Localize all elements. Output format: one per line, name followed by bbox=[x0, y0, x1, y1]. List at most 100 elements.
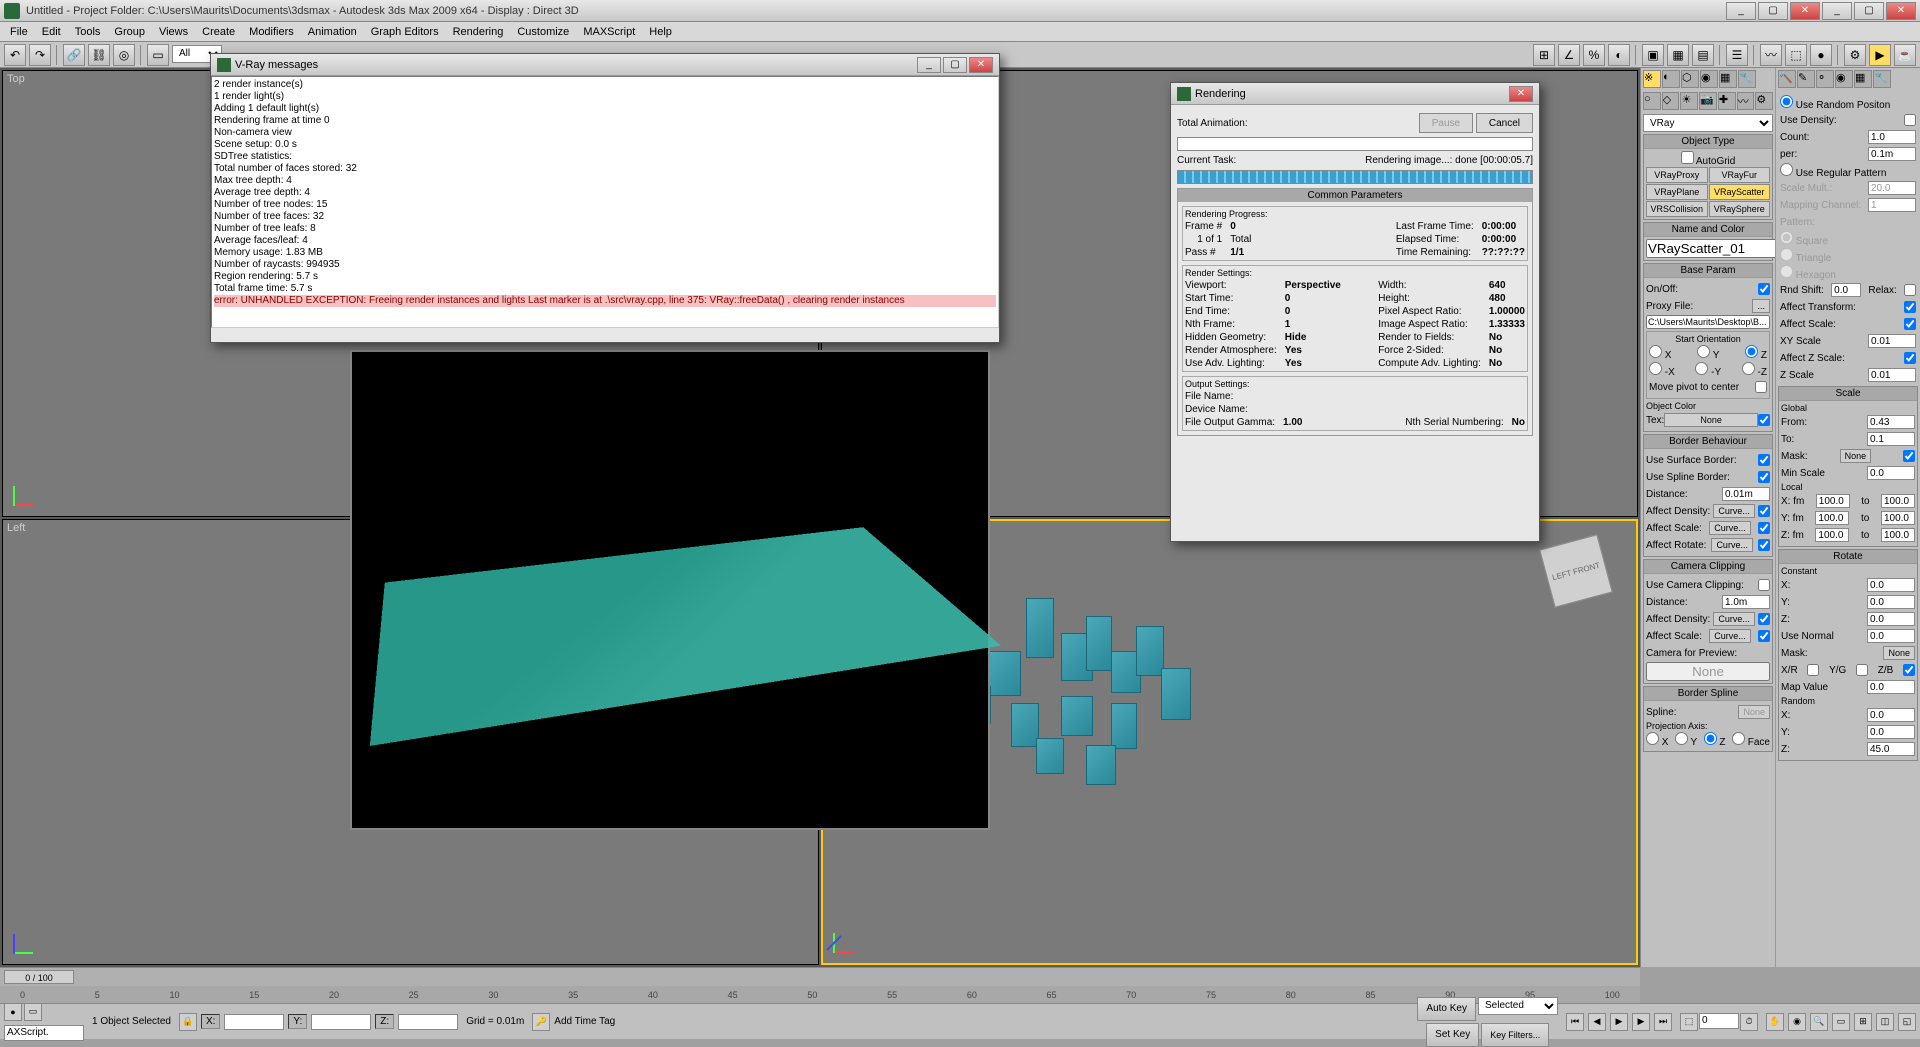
maximize-button-2[interactable]: ▢ bbox=[1854, 2, 1884, 20]
density-checkbox[interactable] bbox=[1758, 505, 1770, 517]
regular-pattern-radio[interactable] bbox=[1780, 163, 1793, 176]
density-curve-button[interactable]: Curve... bbox=[1713, 504, 1755, 518]
spacewarps-icon[interactable]: 〰 bbox=[1737, 92, 1755, 110]
close-button-2[interactable]: ✕ bbox=[1886, 2, 1916, 20]
base-param-header[interactable]: Base Param bbox=[1644, 264, 1772, 278]
menu-views[interactable]: Views bbox=[153, 24, 194, 40]
rotate-checkbox[interactable] bbox=[1758, 539, 1770, 551]
auto-key-button[interactable]: Auto Key bbox=[1417, 997, 1476, 1021]
lock-icon[interactable]: 🔒 bbox=[179, 1013, 197, 1031]
vraysphere-button[interactable]: VRaySphere bbox=[1709, 201, 1771, 217]
zoom-icon[interactable]: 🔍 bbox=[1810, 1013, 1828, 1031]
render-close-button[interactable]: ✕ bbox=[1509, 86, 1533, 102]
menu-help[interactable]: Help bbox=[643, 24, 678, 40]
shapes-icon[interactable]: ◇ bbox=[1662, 92, 1680, 110]
minimize-button[interactable]: _ bbox=[1726, 2, 1756, 20]
rotate-curve-button[interactable]: Curve... bbox=[1711, 538, 1753, 552]
autogrid-checkbox[interactable] bbox=[1681, 151, 1694, 164]
use-density-checkbox[interactable] bbox=[1904, 114, 1916, 126]
minimize-button-2[interactable]: _ bbox=[1822, 2, 1852, 20]
current-frame-input[interactable] bbox=[1699, 1013, 1739, 1029]
hierarchy-tab-icon[interactable]: ⬡ bbox=[1681, 70, 1699, 88]
cam-density-button[interactable]: Curve... bbox=[1713, 612, 1755, 626]
tex-button[interactable]: None bbox=[1664, 413, 1758, 427]
maxscript-input[interactable] bbox=[4, 1025, 84, 1041]
play-icon[interactable]: ▶ bbox=[1610, 1013, 1628, 1031]
goto-end-icon[interactable]: ⏭ bbox=[1654, 1013, 1672, 1031]
border-behaviour-header[interactable]: Border Behaviour bbox=[1644, 435, 1772, 449]
coord-z-input[interactable] bbox=[398, 1014, 458, 1030]
scale-to-input[interactable] bbox=[1867, 432, 1915, 446]
count-input[interactable] bbox=[1868, 130, 1916, 144]
undo-icon[interactable]: ↶ bbox=[4, 44, 26, 66]
use-spline-checkbox[interactable] bbox=[1758, 471, 1770, 483]
key-filters-button[interactable]: Key Filters... bbox=[1481, 1023, 1549, 1047]
menu-grapheditors[interactable]: Graph Editors bbox=[365, 24, 445, 40]
angle-snap-icon[interactable]: ∠ bbox=[1558, 44, 1580, 66]
cameras-icon[interactable]: 📷 bbox=[1699, 92, 1717, 110]
helpers-icon[interactable]: ✚ bbox=[1718, 92, 1736, 110]
prev-frame-icon[interactable]: ◀ bbox=[1588, 1013, 1606, 1031]
random-pos-radio[interactable] bbox=[1780, 95, 1793, 108]
menu-rendering[interactable]: Rendering bbox=[447, 24, 510, 40]
set-key-button[interactable]: Set Key bbox=[1426, 1023, 1479, 1047]
proxy-path-input[interactable] bbox=[1646, 315, 1770, 329]
time-config-icon[interactable]: ⏱ bbox=[1740, 1013, 1758, 1031]
onoff-checkbox[interactable] bbox=[1758, 283, 1770, 295]
tex-checkbox[interactable] bbox=[1758, 414, 1770, 426]
scale-from-input[interactable] bbox=[1867, 415, 1915, 429]
curve-editor-icon[interactable]: 〰 bbox=[1760, 44, 1782, 66]
use-surface-checkbox[interactable] bbox=[1758, 454, 1770, 466]
material-on[interactable]: ● bbox=[1810, 44, 1832, 66]
menu-create[interactable]: Create bbox=[196, 24, 241, 40]
teapot-icon[interactable]: ☕ bbox=[1894, 44, 1916, 66]
rp-tab5-icon[interactable]: ▦ bbox=[1854, 70, 1872, 88]
camera-none-button[interactable]: None bbox=[1646, 662, 1770, 681]
coord-x-input[interactable] bbox=[224, 1014, 284, 1030]
proxy-file-button[interactable]: ... bbox=[1752, 299, 1770, 313]
viewcube[interactable]: LEFT FRONT bbox=[1539, 534, 1612, 607]
rp-tab6-icon[interactable]: 🔧 bbox=[1873, 70, 1891, 88]
orient-y2-radio[interactable] bbox=[1695, 362, 1708, 375]
menu-customize[interactable]: Customize bbox=[511, 24, 575, 40]
rp-tab1-icon[interactable]: 🔨 bbox=[1778, 70, 1796, 88]
script-rec-icon[interactable]: ● bbox=[4, 1003, 22, 1021]
orient-z-radio[interactable] bbox=[1745, 345, 1758, 358]
create-tab-icon[interactable]: ※ bbox=[1643, 70, 1661, 88]
named-sel-icon[interactable]: ▣ bbox=[1642, 44, 1664, 66]
schematic-icon[interactable]: ⬚ bbox=[1785, 44, 1807, 66]
scale-rollout-header[interactable]: Scale bbox=[1779, 387, 1917, 401]
percent-snap-icon[interactable]: % bbox=[1583, 44, 1605, 66]
move-pivot-checkbox[interactable] bbox=[1755, 381, 1767, 393]
min-max-icon[interactable]: ◱ bbox=[1898, 1013, 1916, 1031]
vrayproxy-button[interactable]: VRayProxy bbox=[1646, 167, 1708, 183]
lights-icon[interactable]: ☀ bbox=[1680, 92, 1698, 110]
vray-message-list[interactable]: 2 render instance(s) 1 render light(s) A… bbox=[211, 76, 999, 328]
orient-y-radio[interactable] bbox=[1697, 345, 1710, 358]
spline-none-button[interactable]: None bbox=[1738, 705, 1770, 719]
menu-file[interactable]: File bbox=[4, 24, 34, 40]
rotate-rollout-header[interactable]: Rotate bbox=[1779, 550, 1917, 564]
vray-close-button[interactable]: ✕ bbox=[969, 57, 993, 73]
unlink-icon[interactable]: ⛓ bbox=[88, 44, 110, 66]
per-input[interactable] bbox=[1868, 147, 1916, 161]
coord-y-input[interactable] bbox=[311, 1014, 371, 1030]
script-open-icon[interactable]: ▭ bbox=[24, 1003, 42, 1021]
motion-tab-icon[interactable]: ◉ bbox=[1700, 70, 1718, 88]
rp-tab2-icon[interactable]: ✎ bbox=[1797, 70, 1815, 88]
link-icon[interactable]: 🔗 bbox=[63, 44, 85, 66]
menu-modifiers[interactable]: Modifiers bbox=[243, 24, 300, 40]
goto-start-icon[interactable]: ⏮ bbox=[1566, 1013, 1584, 1031]
snap-icon[interactable]: ⊞ bbox=[1533, 44, 1555, 66]
vrayplane-button[interactable]: VRayPlane bbox=[1646, 184, 1708, 200]
layers-icon[interactable]: ☰ bbox=[1726, 44, 1748, 66]
menu-edit[interactable]: Edit bbox=[36, 24, 67, 40]
camera-clipping-header[interactable]: Camera Clipping bbox=[1644, 560, 1772, 574]
menu-maxscript[interactable]: MAXScript bbox=[577, 24, 641, 40]
modify-tab-icon[interactable]: ◐ bbox=[1662, 70, 1680, 88]
bind-icon[interactable]: ◎ bbox=[113, 44, 135, 66]
orient-x2-radio[interactable] bbox=[1649, 362, 1662, 375]
keymode-icon[interactable]: ⬚ bbox=[1680, 1013, 1698, 1031]
menu-group[interactable]: Group bbox=[108, 24, 151, 40]
cam-distance-input[interactable] bbox=[1722, 595, 1770, 609]
